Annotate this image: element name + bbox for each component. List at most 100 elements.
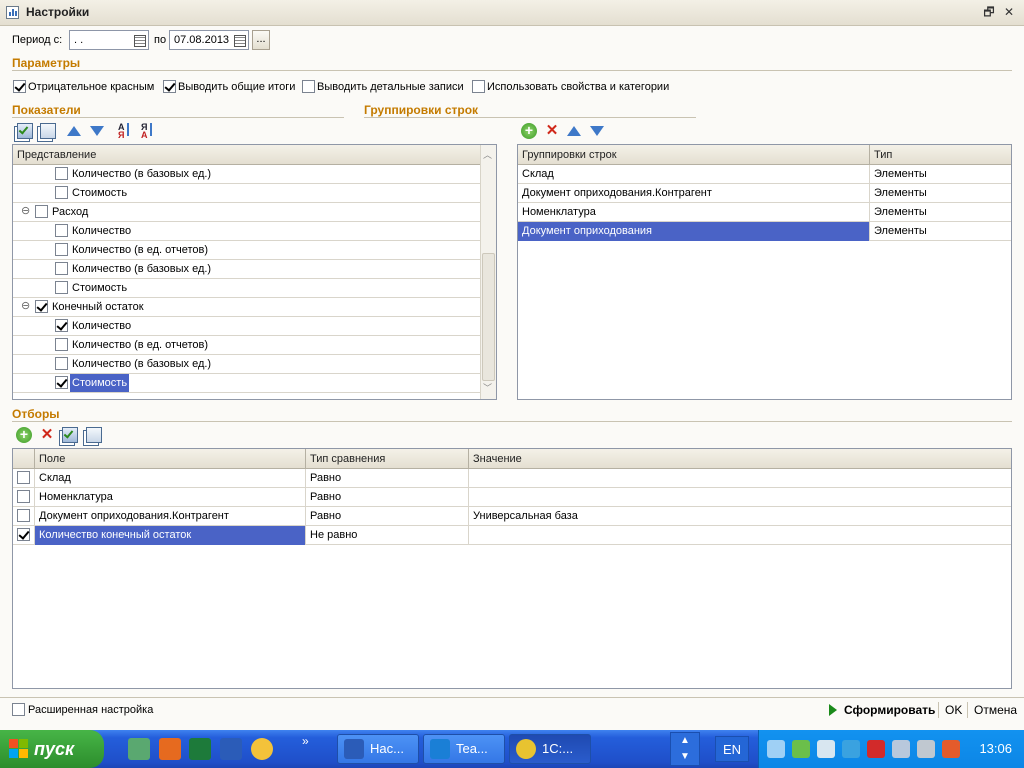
grouping-field-cell[interactable]: Номенклатура bbox=[518, 203, 870, 222]
indicators-grid[interactable]: Представление Количество (в базовых ед.)… bbox=[12, 144, 497, 400]
column-header-grouping[interactable]: Группировки строк bbox=[518, 145, 870, 165]
tree-row[interactable]: Количество (в базовых ед.) bbox=[13, 260, 481, 279]
delete-icon[interactable]: ✕ bbox=[39, 427, 55, 443]
taskbar-task-button[interactable]: Нас... bbox=[337, 734, 419, 764]
filters-grid[interactable]: Поле Тип сравнения Значение Склад Равно Но… bbox=[12, 448, 1012, 689]
tree-row-checkbox[interactable] bbox=[55, 167, 68, 180]
move-down-icon[interactable] bbox=[90, 126, 104, 136]
grouping-field-cell[interactable]: Документ оприходования.Контрагент bbox=[518, 184, 870, 203]
scroll-down-icon[interactable]: ▼ bbox=[671, 749, 699, 765]
period-to-field[interactable]: 07.08.2013 bbox=[169, 30, 249, 50]
param-checkbox[interactable] bbox=[163, 80, 176, 93]
table-row[interactable]: Номенклатура Элементы bbox=[518, 203, 1011, 222]
close-icon[interactable]: ✕ bbox=[1002, 5, 1016, 19]
groupings-grid[interactable]: Группировки строк Тип Склад Элементы Докум… bbox=[517, 144, 1012, 400]
grouping-type-cell[interactable]: Элементы bbox=[870, 165, 1011, 184]
grouping-type-cell[interactable]: Элементы bbox=[870, 184, 1011, 203]
tree-row[interactable]: Количество (в ед. отчетов) bbox=[13, 241, 481, 260]
filter-field-cell[interactable]: Номенклатура bbox=[35, 488, 306, 507]
param-checkbox[interactable] bbox=[302, 80, 315, 93]
sort-desc-icon[interactable]: ЯА bbox=[141, 123, 157, 140]
uncheck-all-icon[interactable] bbox=[40, 123, 56, 139]
tree-row-checkbox[interactable] bbox=[55, 376, 68, 389]
move-up-icon[interactable] bbox=[567, 126, 581, 136]
table-row[interactable]: Номенклатура Равно bbox=[13, 488, 1011, 507]
check-all-icon[interactable] bbox=[62, 427, 78, 443]
collapse-icon[interactable]: ⊖ bbox=[21, 206, 30, 217]
table-row[interactable]: Документ оприходования Элементы bbox=[518, 222, 1011, 241]
scroll-down-icon[interactable]: ﹀ bbox=[483, 381, 492, 394]
generate-button[interactable]: Сформировать bbox=[844, 703, 935, 717]
column-header-comparison[interactable]: Тип сравнения bbox=[306, 449, 469, 469]
scroll-up-icon[interactable]: ▲ bbox=[671, 733, 699, 749]
filter-checkbox[interactable] bbox=[17, 528, 30, 541]
grouping-type-cell[interactable]: Элементы bbox=[870, 203, 1011, 222]
tree-row[interactable]: Количество (в базовых ед.) bbox=[13, 355, 481, 374]
tree-row[interactable]: ⊖ Конечный остаток bbox=[13, 298, 481, 317]
firefox-icon[interactable] bbox=[159, 738, 181, 760]
filter-comparison-cell[interactable]: Не равно bbox=[306, 526, 469, 545]
uncheck-all-icon[interactable] bbox=[86, 427, 102, 443]
table-row[interactable]: Склад Элементы bbox=[518, 165, 1011, 184]
printer-icon[interactable] bbox=[942, 740, 960, 758]
tree-row-checkbox[interactable] bbox=[55, 262, 68, 275]
tree-row[interactable]: ⊖ Расход bbox=[13, 203, 481, 222]
restore-icon[interactable]: 🗗 bbox=[982, 5, 996, 19]
filter-comparison-cell[interactable]: Равно bbox=[306, 488, 469, 507]
tree-row[interactable]: Количество (в базовых ед.) bbox=[13, 165, 481, 184]
table-row[interactable]: Документ оприходования.Контрагент Элемент… bbox=[518, 184, 1011, 203]
column-header-field[interactable]: Поле bbox=[35, 449, 306, 469]
taskbar-task-button[interactable]: Tea... bbox=[423, 734, 505, 764]
calendar-icon[interactable] bbox=[232, 33, 246, 47]
tree-row-checkbox[interactable] bbox=[35, 205, 48, 218]
filter-value-cell[interactable] bbox=[469, 469, 1011, 488]
delete-icon[interactable]: ✕ bbox=[544, 123, 560, 139]
tree-row[interactable]: Стоимость bbox=[13, 279, 481, 298]
usb-icon[interactable] bbox=[817, 740, 835, 758]
column-header-type[interactable]: Тип bbox=[870, 145, 1011, 165]
table-row[interactable]: Количество конечный остаток Не равно bbox=[13, 526, 1011, 545]
add-icon[interactable]: + bbox=[16, 427, 32, 443]
sort-asc-icon[interactable]: АЯ bbox=[118, 123, 134, 140]
collapse-icon[interactable]: ⊖ bbox=[21, 301, 30, 312]
indicators-scrollbar[interactable]: ︿ ﹀ bbox=[480, 145, 496, 399]
filter-field-cell[interactable]: Документ оприходования.Контрагент bbox=[35, 507, 306, 526]
grouping-type-cell[interactable]: Элементы bbox=[870, 222, 1011, 241]
scroll-up-icon[interactable]: ︿ bbox=[483, 148, 492, 161]
recycle-icon[interactable] bbox=[128, 738, 150, 760]
tree-row-checkbox[interactable] bbox=[55, 319, 68, 332]
param-checkbox[interactable] bbox=[472, 80, 485, 93]
filter-comparison-cell[interactable]: Равно bbox=[306, 469, 469, 488]
tree-row-checkbox[interactable] bbox=[55, 338, 68, 351]
quick-launch-chevron[interactable]: » bbox=[302, 734, 309, 748]
filter-value-cell[interactable] bbox=[469, 526, 1011, 545]
tree-row[interactable]: Количество bbox=[13, 317, 481, 336]
filter-field-cell[interactable]: Количество конечный остаток bbox=[35, 526, 306, 545]
taskbar-task-button[interactable]: 1С:... bbox=[509, 734, 591, 764]
word-icon[interactable] bbox=[220, 738, 242, 760]
period-from-field[interactable]: . . bbox=[69, 30, 149, 50]
add-icon[interactable]: + bbox=[521, 123, 537, 139]
calendar-icon[interactable] bbox=[132, 33, 146, 47]
start-button[interactable]: пуск bbox=[0, 730, 104, 768]
filter-comparison-cell[interactable]: Равно bbox=[306, 507, 469, 526]
filter-checkbox[interactable] bbox=[17, 471, 30, 484]
antivirus-icon[interactable] bbox=[867, 740, 885, 758]
move-down-icon[interactable] bbox=[590, 126, 604, 136]
monitors-icon[interactable] bbox=[892, 740, 910, 758]
table-row[interactable]: Склад Равно bbox=[13, 469, 1011, 488]
filter-value-cell[interactable] bbox=[469, 488, 1011, 507]
tree-row[interactable]: Стоимость bbox=[13, 374, 481, 393]
tree-row-checkbox[interactable] bbox=[55, 224, 68, 237]
tree-row-checkbox[interactable] bbox=[55, 243, 68, 256]
check-all-icon[interactable] bbox=[17, 123, 33, 139]
scroll-thumb[interactable] bbox=[482, 253, 495, 381]
filter-checkbox[interactable] bbox=[17, 490, 30, 503]
tree-row[interactable]: Стоимость bbox=[13, 184, 481, 203]
taskbar-scroll[interactable]: ▲ ▼ bbox=[670, 732, 700, 766]
move-up-icon[interactable] bbox=[67, 126, 81, 136]
grouping-field-cell[interactable]: Документ оприходования bbox=[518, 222, 870, 241]
network-icon[interactable] bbox=[767, 740, 785, 758]
language-indicator[interactable]: EN bbox=[715, 736, 749, 762]
filter-field-cell[interactable]: Склад bbox=[35, 469, 306, 488]
